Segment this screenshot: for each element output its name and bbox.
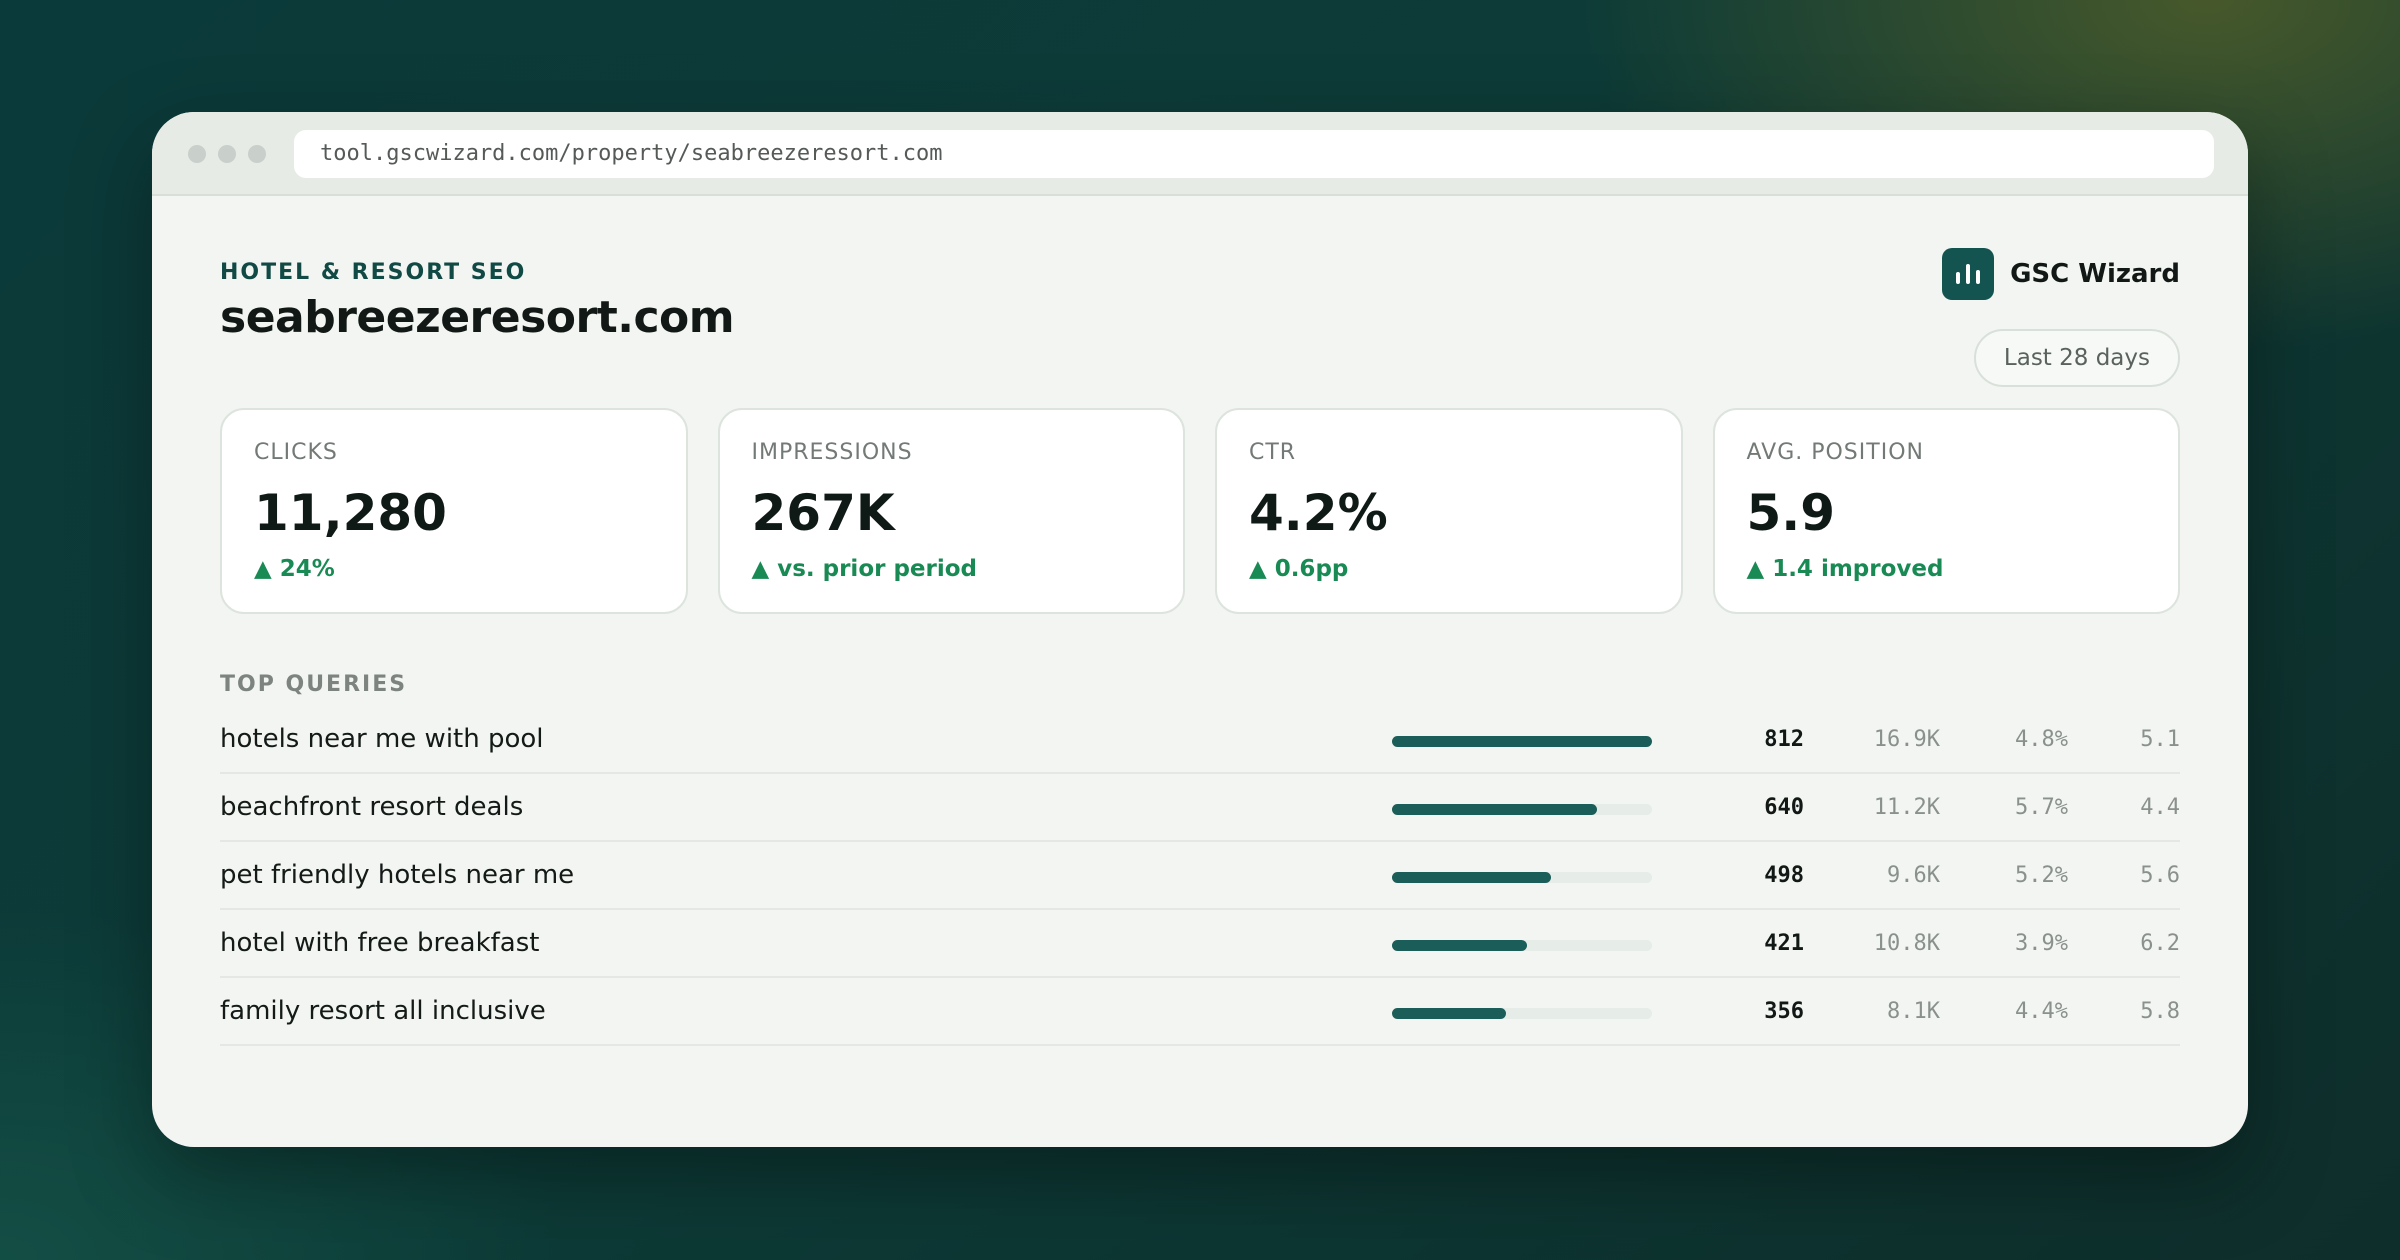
query-text: family resort all inclusive [220,996,546,1026]
metric-label: CTR [1249,440,1297,465]
dashboard: HOTEL & RESORT SEO seabreezeresort.com G… [152,196,2248,1147]
position-value: 4.4 [2140,795,2180,820]
metric-card-avg-position: AVG. POSITION 5.9 ▲ 1.4 improved [1712,408,2180,614]
window-minimize-dot[interactable] [218,145,236,163]
impressions-value: 10.8K [1873,931,1940,956]
browser-titlebar: tool.gscwizard.com/property/seabreezeres… [152,112,2248,196]
clicks-bar [1392,804,1652,815]
ctr-value: 3.9% [2015,931,2068,956]
clicks-bar-fill [1392,940,1528,951]
metric-label: AVG. POSITION [1746,440,1924,465]
metric-value: 5.9 [1746,484,1836,542]
metric-value: 11,280 [254,484,447,542]
metric-delta: ▲ vs. prior period [751,556,978,582]
top-queries-title: TOP QUERIES [220,672,408,697]
clicks-value: 640 [1764,795,1804,820]
metric-delta: ▲ 1.4 improved [1746,556,1944,582]
bar-chart-icon [1942,248,1995,300]
metric-delta: ▲ 0.6pp [1249,556,1349,582]
clicks-value: 498 [1764,863,1804,888]
clicks-bar [1392,736,1652,747]
clicks-bar [1392,940,1652,951]
position-value: 5.6 [2140,863,2180,888]
metric-card-impressions: IMPRESSIONS 267K ▲ vs. prior period [717,408,1185,614]
position-value: 5.1 [2140,727,2180,752]
metric-card-ctr: CTR 4.2% ▲ 0.6pp [1215,408,1683,614]
clicks-value: 356 [1764,999,1804,1024]
query-text: beachfront resort deals [220,792,524,822]
top-queries-table: hotels near me with pool 812 16.9K 4.8% … [220,706,2180,1046]
table-row[interactable]: hotel with free breakfast 421 10.8K 3.9%… [220,910,2180,978]
window-close-dot[interactable] [188,145,206,163]
brand-name: GSC Wizard [2010,259,2180,289]
position-value: 6.2 [2140,931,2180,956]
clicks-bar-fill [1392,736,1652,747]
impressions-value: 16.9K [1873,727,1940,752]
table-row[interactable]: hotels near me with pool 812 16.9K 4.8% … [220,706,2180,774]
metric-label: IMPRESSIONS [751,440,913,465]
table-row[interactable]: beachfront resort deals 640 11.2K 5.7% 4… [220,774,2180,842]
impressions-value: 9.6K [1887,863,1940,888]
clicks-bar [1392,1008,1652,1019]
metric-value: 4.2% [1249,484,1388,542]
date-range-button[interactable]: Last 28 days [1973,329,2180,387]
metric-delta: ▲ 24% [254,556,335,582]
clicks-bar [1392,872,1652,883]
ctr-value: 5.7% [2015,795,2068,820]
window-maximize-dot[interactable] [248,145,266,163]
category-label: HOTEL & RESORT SEO [220,260,527,285]
ctr-value: 5.2% [2015,863,2068,888]
clicks-bar-fill [1392,804,1598,815]
metric-card-clicks: CLICKS 11,280 ▲ 24% [220,408,688,614]
position-value: 5.8 [2140,999,2180,1024]
query-text: pet friendly hotels near me [220,860,575,890]
address-bar[interactable]: tool.gscwizard.com/property/seabreezeres… [294,130,2214,178]
metric-label: CLICKS [254,440,338,465]
table-row[interactable]: family resort all inclusive 356 8.1K 4.4… [220,978,2180,1046]
brand[interactable]: GSC Wizard [1942,248,2180,300]
clicks-bar-fill [1392,1008,1507,1019]
impressions-value: 11.2K [1873,795,1940,820]
metric-value: 267K [751,484,895,542]
query-text: hotel with free breakfast [220,928,540,958]
ctr-value: 4.8% [2015,727,2068,752]
clicks-value: 812 [1764,727,1804,752]
table-row[interactable]: pet friendly hotels near me 498 9.6K 5.2… [220,842,2180,910]
clicks-bar-fill [1392,872,1551,883]
metric-cards: CLICKS 11,280 ▲ 24% IMPRESSIONS 267K ▲ v… [220,408,2180,614]
query-text: hotels near me with pool [220,724,544,754]
page-title: seabreezeresort.com [220,292,735,343]
ctr-value: 4.4% [2015,999,2068,1024]
impressions-value: 8.1K [1887,999,1940,1024]
clicks-value: 421 [1764,931,1804,956]
browser-window: tool.gscwizard.com/property/seabreezeres… [152,112,2248,1147]
